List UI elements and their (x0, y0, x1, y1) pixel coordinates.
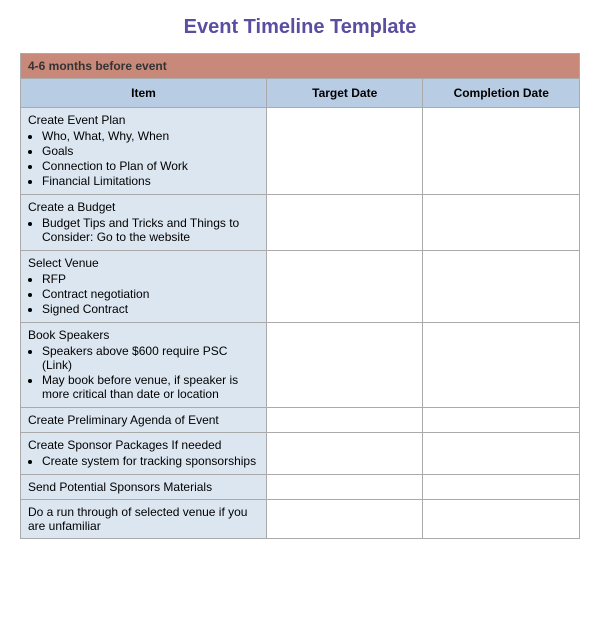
completion-date-cell (423, 323, 580, 408)
page-title: Event Timeline Template (20, 16, 580, 39)
table-row: Create Event Plan Who, What, Why, WhenGoa… (21, 108, 580, 195)
section-header-label: 4-6 months before event (21, 54, 580, 79)
item-title: Book Speakers (28, 328, 109, 342)
table-row: Send Potential Sponsors Materials (21, 475, 580, 500)
table-row: Select Venue RFPContract negotiationSigne… (21, 251, 580, 323)
table-row: Create Preliminary Agenda of Event (21, 408, 580, 433)
column-header-completion-date: Completion Date (423, 79, 580, 108)
list-item: May book before venue, if speaker is mor… (42, 373, 259, 401)
item-cell: Create Preliminary Agenda of Event (21, 408, 267, 433)
target-date-cell (266, 408, 423, 433)
table-row: Book Speakers Speakers above $600 require… (21, 323, 580, 408)
item-title: Create Sponsor Packages If needed (28, 438, 221, 452)
list-item: RFP (42, 272, 259, 286)
list-item: Speakers above $600 require PSC (Link) (42, 344, 259, 372)
section-header-row: 4-6 months before event (21, 54, 580, 79)
table-row: Create Sponsor Packages If needed Create … (21, 433, 580, 475)
item-cell: Create Event Plan Who, What, Why, WhenGoa… (21, 108, 267, 195)
list-item: Financial Limitations (42, 174, 259, 188)
target-date-cell (266, 323, 423, 408)
target-date-cell (266, 475, 423, 500)
list-item: Budget Tips and Tricks and Things to Con… (42, 216, 259, 244)
column-header-row: ItemTarget DateCompletion Date (21, 79, 580, 108)
item-bullets: Budget Tips and Tricks and Things to Con… (42, 216, 259, 244)
target-date-cell (266, 500, 423, 539)
column-header-target-date: Target Date (266, 79, 423, 108)
item-title: Do a run through of selected venue if yo… (28, 505, 247, 533)
list-item: Signed Contract (42, 302, 259, 316)
completion-date-cell (423, 433, 580, 475)
completion-date-cell (423, 251, 580, 323)
item-bullets: Speakers above $600 require PSC (Link)Ma… (42, 344, 259, 401)
item-cell: Send Potential Sponsors Materials (21, 475, 267, 500)
completion-date-cell (423, 500, 580, 539)
table-row: Do a run through of selected venue if yo… (21, 500, 580, 539)
list-item: Contract negotiation (42, 287, 259, 301)
item-title: Create a Budget (28, 200, 115, 214)
list-item: Goals (42, 144, 259, 158)
target-date-cell (266, 251, 423, 323)
list-item: Connection to Plan of Work (42, 159, 259, 173)
item-cell: Select Venue RFPContract negotiationSigne… (21, 251, 267, 323)
completion-date-cell (423, 408, 580, 433)
item-cell: Book Speakers Speakers above $600 require… (21, 323, 267, 408)
item-bullets: RFPContract negotiationSigned Contract (42, 272, 259, 316)
target-date-cell (266, 108, 423, 195)
table-row: Create a Budget Budget Tips and Tricks an… (21, 195, 580, 251)
item-title: Create Event Plan (28, 113, 125, 127)
timeline-table: 4-6 months before eventItemTarget DateCo… (20, 53, 580, 539)
column-header-item: Item (21, 79, 267, 108)
item-cell: Create Sponsor Packages If needed Create … (21, 433, 267, 475)
item-bullets: Who, What, Why, WhenGoalsConnection to P… (42, 129, 259, 188)
item-cell: Do a run through of selected venue if yo… (21, 500, 267, 539)
target-date-cell (266, 195, 423, 251)
completion-date-cell (423, 475, 580, 500)
list-item: Who, What, Why, When (42, 129, 259, 143)
item-bullets: Create system for tracking sponsorships (42, 454, 259, 468)
item-title: Select Venue (28, 256, 99, 270)
completion-date-cell (423, 195, 580, 251)
item-title: Create Preliminary Agenda of Event (28, 413, 219, 427)
target-date-cell (266, 433, 423, 475)
completion-date-cell (423, 108, 580, 195)
list-item: Create system for tracking sponsorships (42, 454, 259, 468)
item-title: Send Potential Sponsors Materials (28, 480, 212, 494)
item-cell: Create a Budget Budget Tips and Tricks an… (21, 195, 267, 251)
